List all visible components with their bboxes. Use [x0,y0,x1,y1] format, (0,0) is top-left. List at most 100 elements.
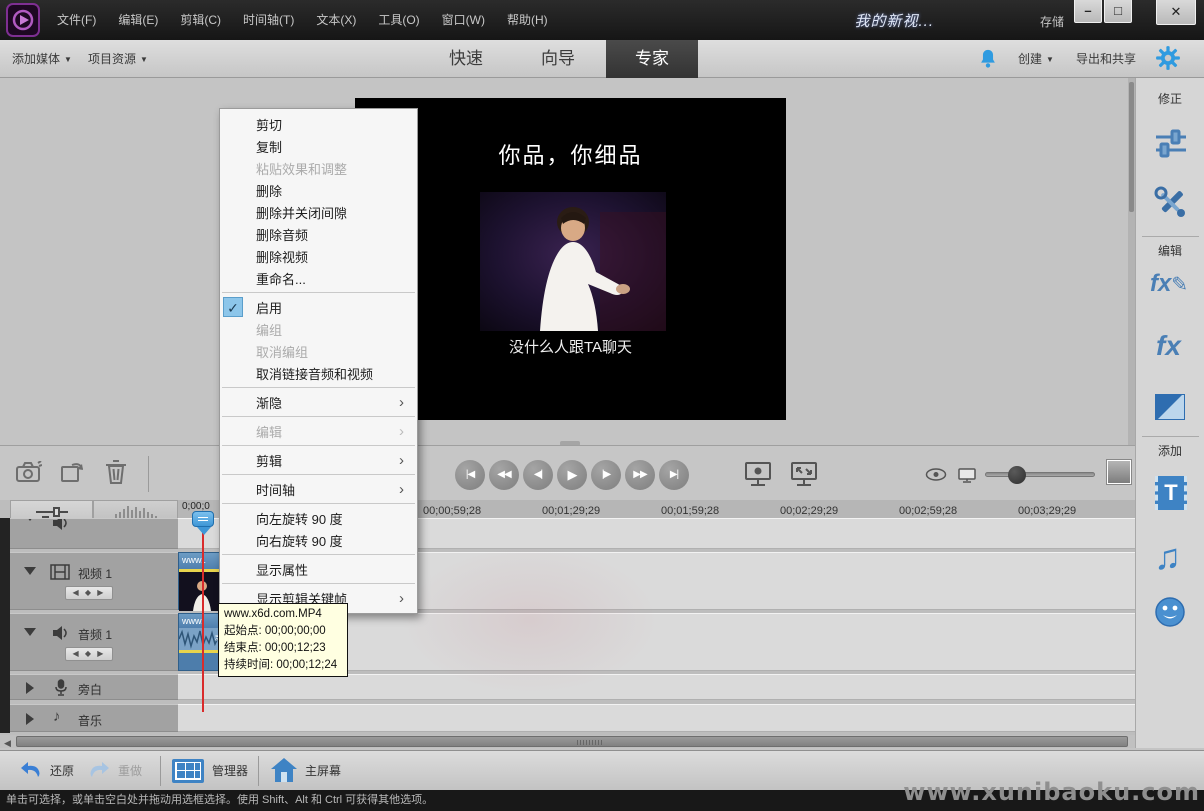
fullscreen-monitor-icon[interactable] [790,461,818,487]
context-menu-item-3[interactable]: 删除 [220,179,417,201]
playhead-line[interactable] [202,530,204,712]
expand-triangle-icon[interactable] [26,713,34,725]
check-space [223,202,243,222]
next-edit-button[interactable]: ▶▶ [625,460,655,490]
create-button[interactable]: 创建▼ [1018,40,1054,79]
maximize-button[interactable]: □ [1104,0,1132,23]
track-header-narration[interactable]: 旁白 [10,674,178,700]
notification-bell-icon[interactable] [977,48,999,70]
home-icon[interactable] [270,757,298,783]
project-assets-button[interactable]: 项目资源▼ [88,40,148,79]
transitions-icon[interactable] [1155,394,1185,420]
organizer-grid-icon[interactable] [172,759,204,783]
context-menu-item-15[interactable]: 时间轴› [220,478,417,500]
play-button[interactable]: ▶ [557,460,587,490]
context-menu-item-18[interactable]: 显示属性 [220,558,417,580]
collapse-triangle-icon[interactable] [24,567,36,575]
menu-3[interactable]: 时间轴(T) [232,0,305,40]
go-to-out-button[interactable]: ▶| [659,460,689,490]
redo-label: 重做 [118,751,142,791]
film-icon [50,564,70,580]
tab-expert[interactable]: 专家 [606,40,698,78]
menu-5[interactable]: 工具(O) [367,0,430,40]
menu-2[interactable]: 剪辑(C) [169,0,232,40]
minimize-button[interactable]: – [1074,0,1102,23]
effects-fx-icon[interactable]: fx [1156,330,1181,362]
previous-edit-button[interactable]: ◀◀ [489,460,519,490]
collapse-triangle-icon[interactable] [24,628,36,636]
zoom-slider[interactable] [985,472,1095,477]
clip-tooltip: www.x6d.com.MP4 起始点: 00;00;00;00 结束点: 00… [218,603,348,677]
context-menu-item-11[interactable]: 取消链接音频和视频 [220,362,417,384]
zoom-slider-knob[interactable] [1008,466,1026,484]
menu-6[interactable]: 窗口(W) [431,0,496,40]
context-menu-item-2: 粘贴效果和调整 [220,157,417,179]
eye-icon[interactable] [925,468,947,481]
timeline-lane-narration[interactable] [178,674,1135,700]
mini-monitor-icon[interactable] [958,468,976,483]
context-menu-item-7[interactable]: 重命名... [220,267,417,289]
check-space [223,341,243,361]
context-menu-item-4[interactable]: 删除并关闭间隙 [220,201,417,223]
redo-button[interactable] [86,759,112,783]
smiley-face-icon[interactable] [1154,596,1186,628]
toolbar-divider [148,456,149,492]
context-menu-item-10: 取消编组 [220,340,417,362]
music-note-icon[interactable]: ♫ [1154,536,1181,578]
rotate-clip-icon[interactable] [60,461,86,485]
tools-wrench-icon[interactable] [1154,186,1188,220]
context-menu-item-14[interactable]: 剪辑› [220,449,417,471]
context-menu-item-17[interactable]: 向右旋转 90 度 [220,529,417,551]
track-header-video1[interactable]: 视频 1 ◀ ◆ ▶ [10,552,178,610]
context-menu-item-1[interactable]: 复制 [220,135,417,157]
zoom-fit-button[interactable] [1107,460,1131,484]
scroll-left-arrow-icon[interactable]: ◀ [4,738,11,749]
status-bar: 单击可选择，或单击空白处并拖动用选框选择。使用 Shift、Alt 和 Ctrl… [0,790,1204,811]
collapse-triangle-icon[interactable] [24,518,36,521]
monitor-settings-icon[interactable] [744,461,772,487]
context-menu-item-0[interactable]: 剪切 [220,113,417,135]
track-header-audio1[interactable]: 音频 1 ◀ ◆ ▶ [10,613,178,671]
playhead-marker[interactable] [192,511,214,527]
save-button[interactable]: 存储 [1040,13,1064,30]
context-menu-item-8[interactable]: ✓启用 [220,296,417,318]
video-preview[interactable]: 你品，你细品 没什么人跟TA聊天 [355,98,786,420]
organizer-label[interactable]: 管理器 [212,751,248,791]
add-media-button[interactable]: 添加媒体▼ [12,40,72,79]
close-button[interactable]: ✕ [1156,0,1196,25]
track-header-partial[interactable] [10,518,178,549]
track-header-music[interactable]: ♪ 音乐 [10,704,178,732]
tab-guided[interactable]: 向导 [512,40,604,78]
chevron-down-icon: ▼ [1046,41,1054,79]
snapshot-camera-icon[interactable] [16,461,42,483]
timeline-lane-music[interactable] [178,704,1135,732]
undo-label[interactable]: 还原 [50,751,74,791]
expand-triangle-icon[interactable] [26,682,34,694]
menu-4[interactable]: 文本(X) [305,0,367,40]
menu-1[interactable]: 编辑(E) [107,0,169,40]
menu-7[interactable]: 帮助(H) [496,0,559,40]
undo-button[interactable] [18,759,44,783]
context-menu-item-12[interactable]: 渐隐› [220,391,417,413]
frame-forward-button[interactable]: |▶ [591,460,621,490]
frame-back-button[interactable]: ◀| [523,460,553,490]
export-share-button[interactable]: 导出和共享 [1076,40,1136,78]
adjust-sliders-icon[interactable] [1154,126,1188,160]
ruler-timestamp: 00;02;29;29 [780,505,838,517]
go-to-in-button[interactable]: |◀ [455,460,485,490]
site-watermark: www.xunibaoku.com [903,782,1200,803]
context-menu-item-5[interactable]: 删除音频 [220,223,417,245]
timeline-hscrollbar[interactable]: ◀ [0,735,1135,748]
hscrollbar-thumb[interactable] [16,736,1128,747]
tab-quick[interactable]: 快速 [420,40,512,78]
delete-trash-icon[interactable] [105,460,127,484]
menu-0[interactable]: 文件(F) [46,0,107,40]
context-menu-item-16[interactable]: 向左旋转 90 度 [220,507,417,529]
context-menu-item-6[interactable]: 删除视频 [220,245,417,267]
keyframe-navigator[interactable]: ◀ ◆ ▶ [65,586,113,600]
keyframe-navigator[interactable]: ◀ ◆ ▶ [65,647,113,661]
effects-fx-pencil-icon[interactable]: fx✎ [1150,270,1188,298]
settings-gear-icon[interactable] [1155,45,1181,71]
titles-text-icon[interactable]: T [1155,476,1187,510]
home-label[interactable]: 主屏幕 [305,751,341,791]
